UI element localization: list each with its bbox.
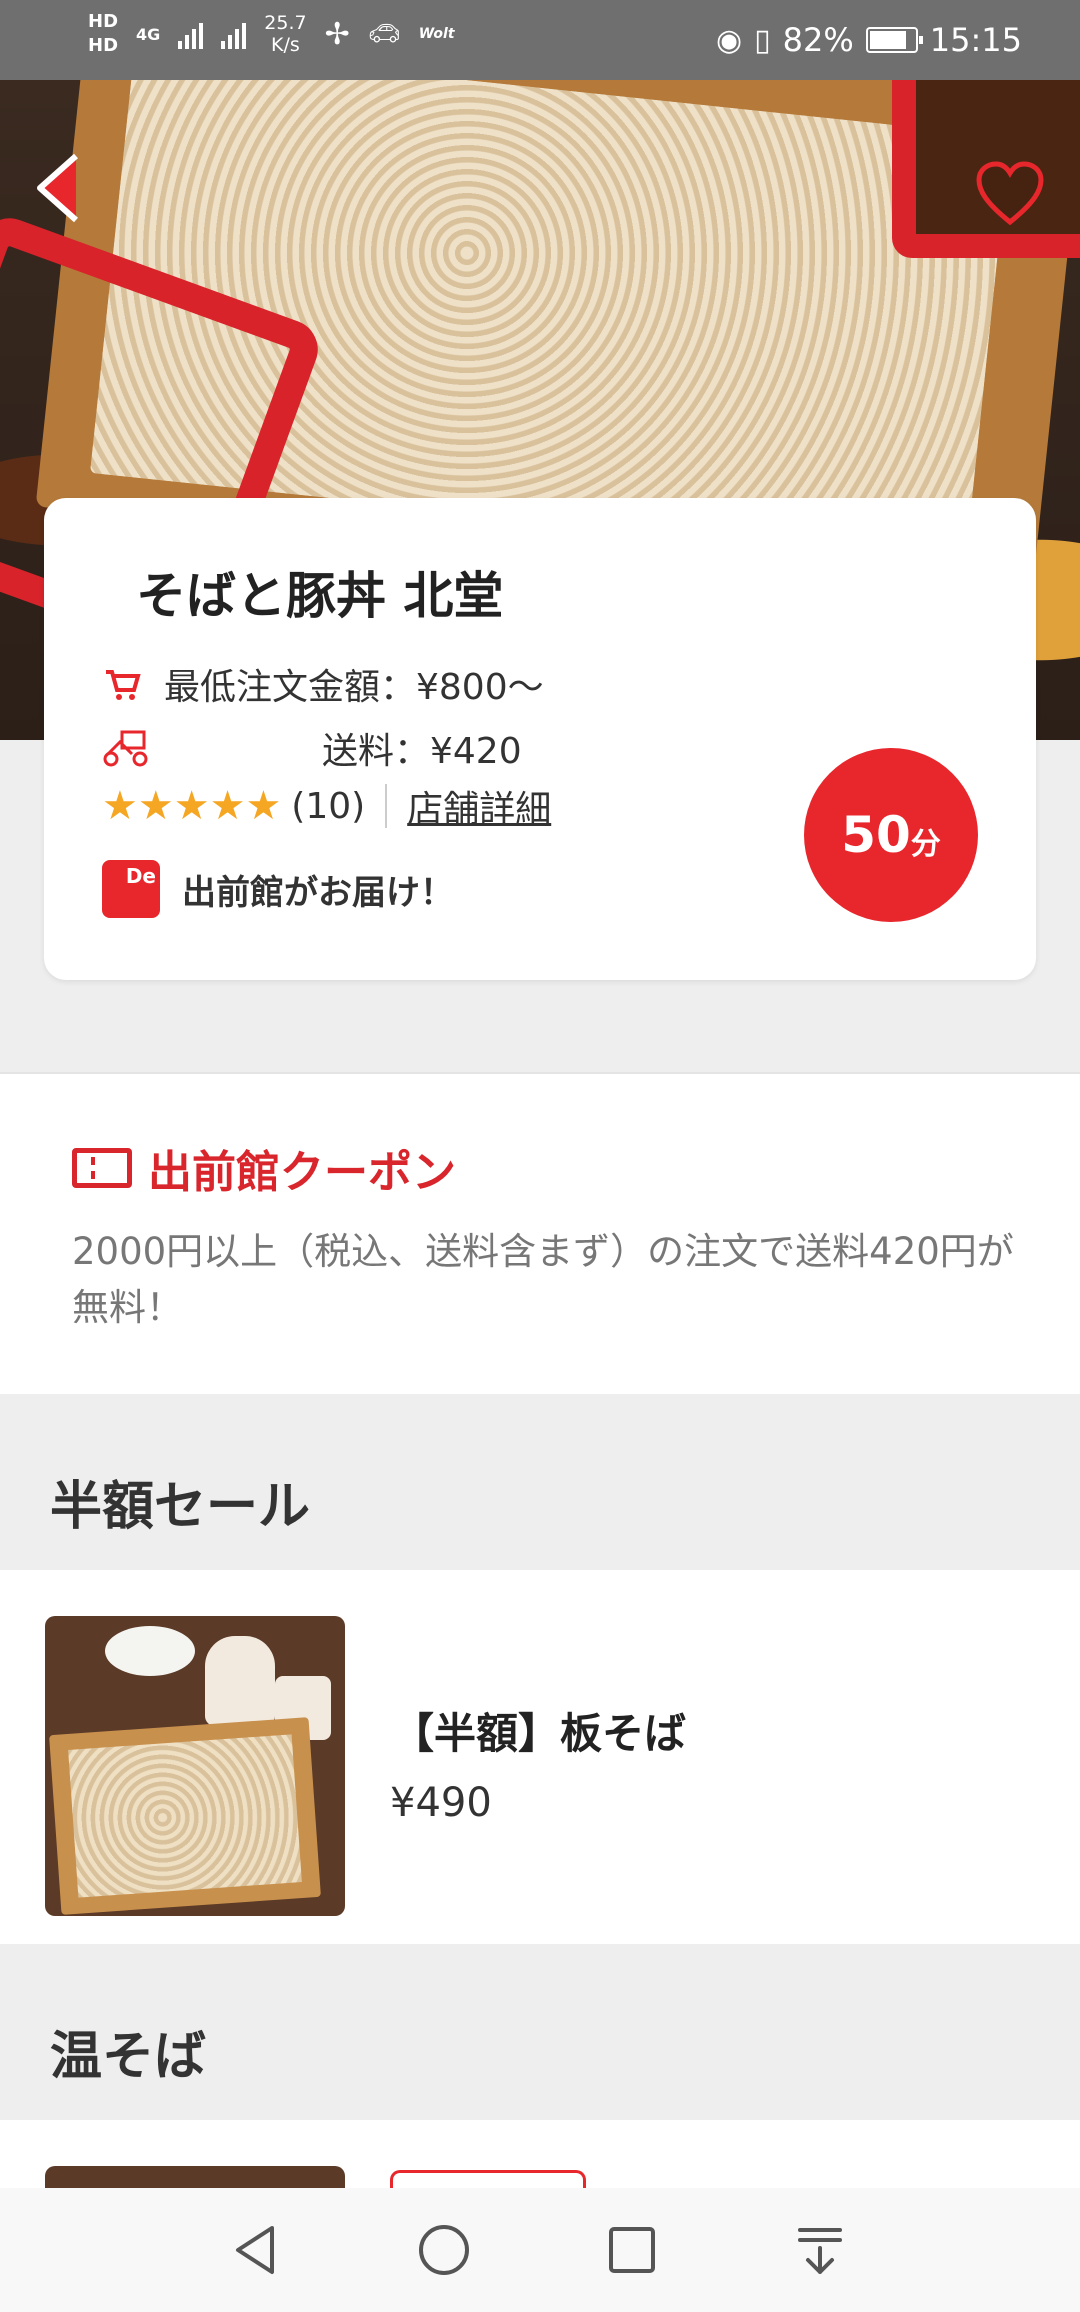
delivered-by-row: De 出前館がお届け！ [102,860,454,918]
delivery-time-badge: 50 分 [804,748,978,922]
rating-count: (10) [291,785,366,827]
menu-item-partial[interactable] [0,2120,1080,2210]
star-icon: ★ [137,783,174,829]
nav-notification-button[interactable] [788,2218,852,2282]
circle-home-icon [419,2225,469,2275]
rating-row: ★ ★ ★ ★ ★ (10) 店舗詳細 [102,780,551,832]
signal-icon [178,19,204,49]
nav-back-button[interactable] [224,2218,288,2282]
menu-item-image [45,1616,345,1916]
network-speed: 25.7 K/s [264,12,306,56]
nav-recents-button[interactable] [600,2218,664,2282]
favorite-button[interactable] [975,160,1045,230]
hd2-label: HD [88,35,119,56]
cart-icon [106,670,141,700]
divider [385,784,388,828]
demaecan-logo-text: De [125,864,156,888]
min-order-row: 最低注文金額：¥800〜 [102,658,544,710]
store-name: そばと豚丼 北堂 [136,567,504,625]
battery-percent: 82% [782,21,854,59]
section-header-onsoba: 温そば [0,1944,1080,2120]
coupon-description: 2000円以上（税込、送料含まず）の注文で送料420円が無料！ [72,1230,1014,1329]
system-nav-bar [0,2188,1080,2312]
menu-item-name: 【半額】板そば [392,1709,687,1758]
signal2-icon [221,19,247,49]
car-icon: 🚗︎ [367,19,401,49]
square-recents-icon [609,2227,655,2273]
star-icon: ★ [209,783,246,829]
menu-item[interactable]: 【半額】板そば ¥490 [0,1570,1080,1944]
triangle-back-icon [236,2226,274,2274]
store-info-card: そばと豚丼 北堂 最低注文金額：¥800〜 送料：¥420 ★ ★ ★ ★ ★ (10)… [44,498,1036,980]
clock: 15:15 [929,21,1022,59]
section-title-onsoba: 温そば [50,2027,207,2087]
wolt-label: Wolt [418,26,455,42]
fan-icon: ✢ [324,16,350,52]
delivery-fee-text: 送料：¥420 [322,731,522,772]
vibrate-icon: ▯ [754,22,771,58]
back-button[interactable] [28,148,88,228]
speed-unit: K/s [271,34,300,56]
battery-icon [865,27,923,53]
min-order-text: 最低注文金額：¥800〜 [164,667,544,708]
coupon-title-row: 出前館クーポン [72,1136,456,1200]
eye-comfort-icon: ◉ [715,22,743,58]
hd-indicator: HD HD [88,10,118,58]
section-title-sale: 半額セール [50,1477,311,1537]
star-icon: ★ [102,783,138,829]
coupon-section[interactable]: 出前館クーポン 2000円以上（税込、送料含まず）の注文で送料420円が無料！ [0,1072,1080,1396]
store-detail-link[interactable]: 店舗詳細 [407,780,551,832]
nav-home-button[interactable] [412,2218,476,2282]
demaecan-logo: De [102,860,160,918]
section-header-sale: 半額セール [0,1394,1080,1570]
back-arrow-icon [37,153,78,223]
pull-down-icon [798,2228,842,2274]
star-icon: ★ [173,783,210,829]
delivery-time-unit: 分 [910,827,941,862]
delivery-bike-icon [103,730,148,767]
status-bar: HD HD 4G 25.7 K/s ✢ 🚗︎ Wolt ◉ ▯ 82% 15:1… [0,0,1080,80]
coupon-title: 出前館クーポン [148,1147,456,1198]
rating-stars: ★ ★ ★ ★ ★ [102,783,281,829]
hd1-label: HD [88,11,119,32]
delivery-fee-row: 送料：¥420 [102,722,522,774]
star-icon: ★ [245,783,281,829]
delivery-time-value: 50 [841,806,911,864]
menu-item-price: ¥490 [390,1780,492,1826]
heart-icon [976,161,1044,226]
network-type-label: 4G [136,24,161,44]
ticket-icon [72,1148,132,1188]
delivered-by-text: 出前館がお届け！ [182,872,454,913]
speed-value: 25.7 [264,12,307,34]
